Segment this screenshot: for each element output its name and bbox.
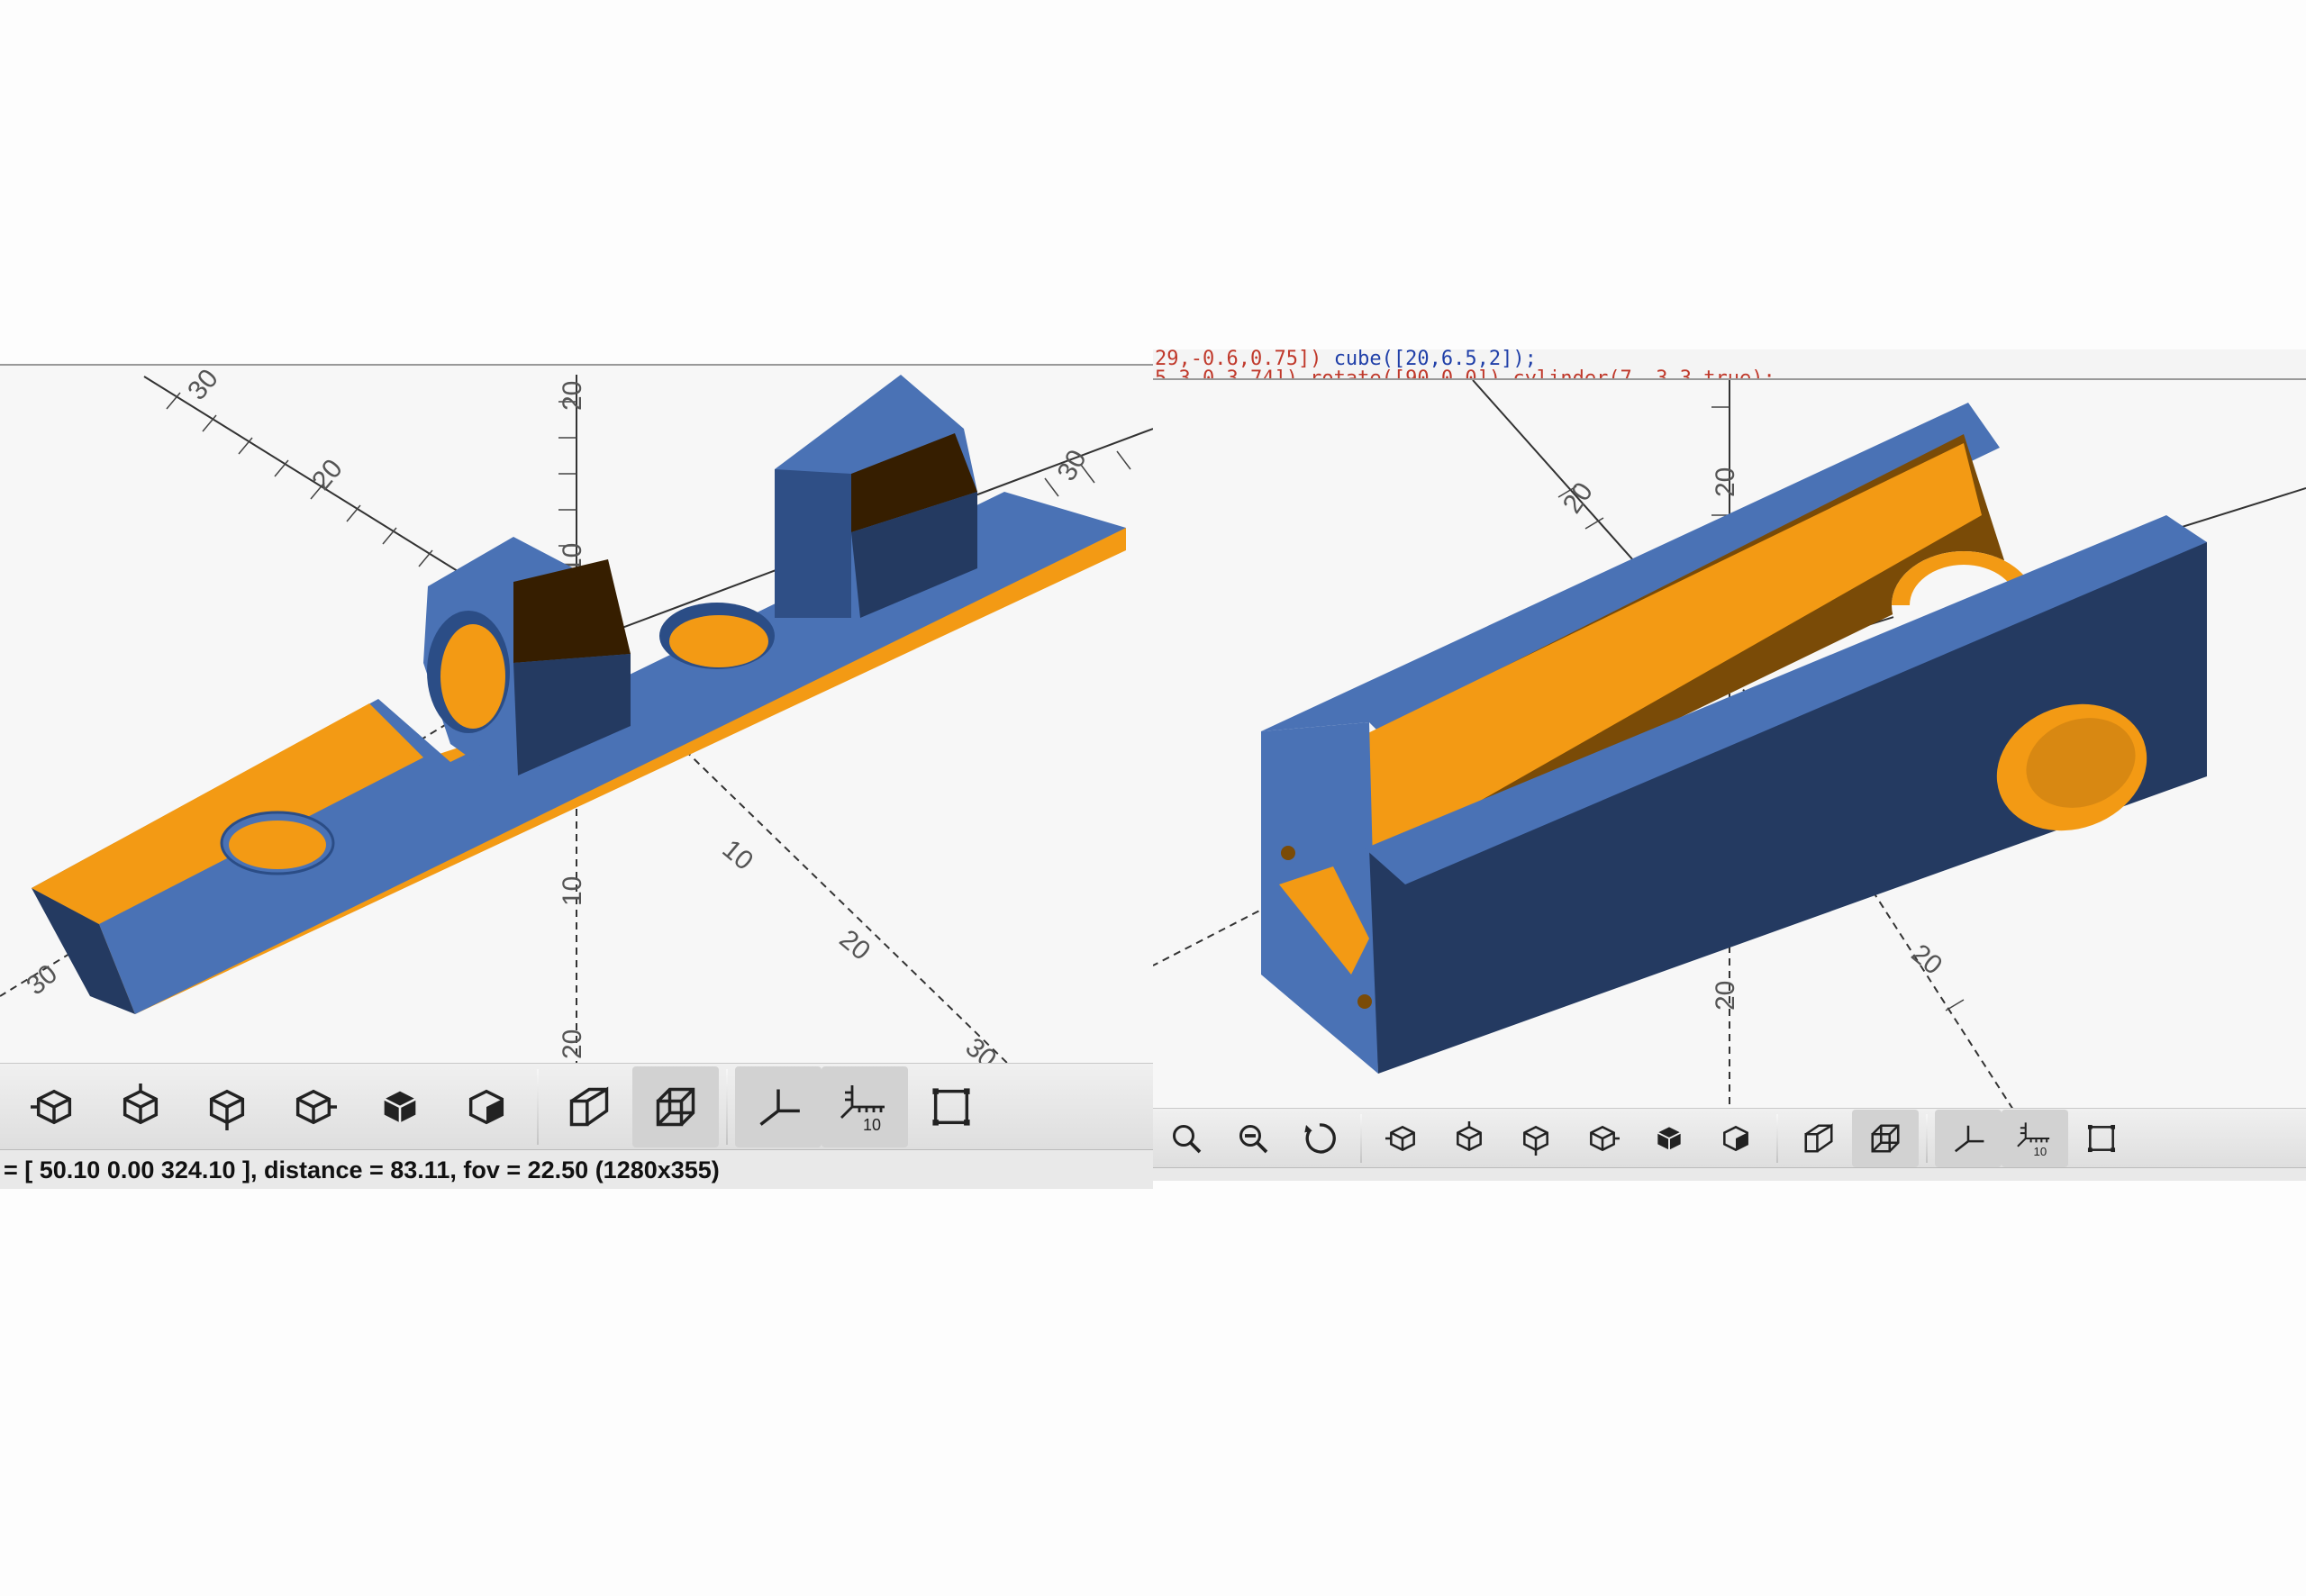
scale-marker-label: 10 <box>2034 1145 2047 1158</box>
zoom-in-button[interactable] <box>1153 1110 1220 1167</box>
screw-hole <box>1357 994 1372 1009</box>
view-right-icon <box>31 1089 72 1125</box>
slot-hole-inner <box>229 821 326 869</box>
bracket-model <box>32 375 1126 1014</box>
perspective-button[interactable] <box>546 1066 632 1147</box>
left-openscad-window: 30 20 20 10 30 10 20 30 10 20 30 10 = [… <box>0 364 1153 1189</box>
view-left-icon <box>1590 1125 1620 1152</box>
axis-label: 20 <box>1711 467 1740 497</box>
show-axes-button[interactable] <box>1935 1110 2002 1167</box>
toolbar-separator <box>1360 1114 1362 1163</box>
orthogonal-icon <box>1871 1124 1900 1153</box>
reset-view-icon <box>1304 1123 1336 1154</box>
code-editor-snippet: 29,-0.6,0.75]) cube([20,6.5,2]); 5,3,0,3… <box>1153 349 2306 378</box>
left-block-bore-inner <box>440 624 505 729</box>
perspective-icon <box>1804 1123 1833 1153</box>
code-line: 5,3,0,3.74]) rotate([90,0,0]) cylinder(7… <box>1153 369 2306 379</box>
view-right-button[interactable] <box>11 1066 97 1147</box>
show-axes-icon <box>1954 1125 1984 1153</box>
perspective-icon <box>569 1086 609 1127</box>
code-line: 29,-0.6,0.75]) cube([20,6.5,2]); <box>1155 349 1537 370</box>
orthogonal-button[interactable] <box>632 1066 719 1147</box>
zoom-in-icon <box>1173 1125 1202 1154</box>
right-3d-viewport[interactable]: 20 20 20 20 <box>1153 378 2306 1110</box>
show-edges-icon <box>2087 1124 2116 1153</box>
show-scale-markers-icon: 10 <box>2017 1122 2050 1158</box>
view-back-icon <box>1723 1125 1748 1152</box>
view-left-icon <box>295 1089 337 1125</box>
view-top-icon <box>1457 1121 1482 1152</box>
toolbar-separator <box>537 1069 539 1145</box>
view-top-button[interactable] <box>1436 1110 1503 1167</box>
view-right-icon <box>1385 1125 1415 1152</box>
orthogonal-button[interactable] <box>1852 1110 1919 1167</box>
left-3d-viewport[interactable]: 30 20 20 10 30 10 20 30 10 20 30 <box>0 364 1153 1065</box>
perspective-button[interactable] <box>1785 1110 1852 1167</box>
show-edges-button[interactable] <box>2068 1110 2135 1167</box>
axis-label: 30 <box>1051 445 1092 485</box>
view-top-button[interactable] <box>97 1066 184 1147</box>
show-axes-icon <box>759 1089 800 1126</box>
center-hole-inner <box>669 615 768 667</box>
show-edges-icon <box>932 1088 970 1126</box>
view-top-icon <box>123 1084 159 1125</box>
view-front-icon <box>384 1091 416 1123</box>
axis-label: 20 <box>306 454 349 496</box>
view-right-button[interactable] <box>1369 1110 1436 1167</box>
view-left-button[interactable] <box>1569 1110 1636 1167</box>
axis-label: 20 <box>558 381 587 411</box>
view-bottom-icon <box>1523 1125 1548 1156</box>
toolbar-separator <box>1926 1114 1928 1163</box>
view-back-button[interactable] <box>443 1066 530 1147</box>
axis-label: 20 <box>1711 981 1740 1011</box>
axis-label: 20 <box>1557 477 1599 519</box>
toolbar-separator <box>726 1069 728 1145</box>
right-view-toolbar: 10 <box>1153 1108 2306 1168</box>
zoom-out-button[interactable] <box>1220 1110 1286 1167</box>
reset-view-button[interactable] <box>1286 1110 1353 1167</box>
show-axes-button[interactable] <box>735 1066 822 1147</box>
view-bottom-button[interactable] <box>1503 1110 1569 1167</box>
view-front-icon <box>1657 1127 1682 1150</box>
show-edges-button[interactable] <box>908 1066 994 1147</box>
view-back-icon <box>468 1089 504 1125</box>
viewport-status-bar: = [ 50.10 0.00 324.10 ], distance = 83.1… <box>0 1149 1153 1189</box>
show-scale-markers-button[interactable]: 10 <box>2002 1110 2068 1167</box>
axis-label: 30 <box>960 1032 1003 1065</box>
right-openscad-window: 29,-0.6,0.75]) cube([20,6.5,2]); 5,3,0,3… <box>1153 349 2306 1189</box>
axis-label: 10 <box>717 834 759 876</box>
left-view-toolbar: 10 <box>0 1063 1153 1150</box>
view-front-button[interactable] <box>357 1066 443 1147</box>
channel-model <box>1261 403 2207 1074</box>
show-scale-markers-icon: 10 <box>840 1085 885 1134</box>
axis-label: 30 <box>182 366 224 405</box>
toolbar-separator <box>1776 1114 1778 1163</box>
view-bottom-icon <box>209 1089 245 1130</box>
viewport-status-bar <box>1153 1167 2306 1181</box>
show-scale-markers-button[interactable]: 10 <box>822 1066 908 1147</box>
camera-status-text: = [ 50.10 0.00 324.10 ], distance = 83.1… <box>4 1156 720 1183</box>
axis-label: 20 <box>558 1029 587 1059</box>
view-back-button[interactable] <box>1702 1110 1769 1167</box>
scale-marker-label: 10 <box>863 1116 881 1134</box>
view-front-button[interactable] <box>1636 1110 1702 1167</box>
zoom-out-icon <box>1239 1125 1268 1154</box>
right-block-side <box>775 469 851 618</box>
orthogonal-icon <box>656 1087 695 1127</box>
view-left-button[interactable] <box>270 1066 357 1147</box>
axis-label: 20 <box>1906 939 1948 981</box>
axis-label: 30 <box>21 959 63 1002</box>
view-bottom-button[interactable] <box>184 1066 270 1147</box>
screw-hole <box>1281 846 1295 860</box>
axis-label: 10 <box>558 876 587 906</box>
